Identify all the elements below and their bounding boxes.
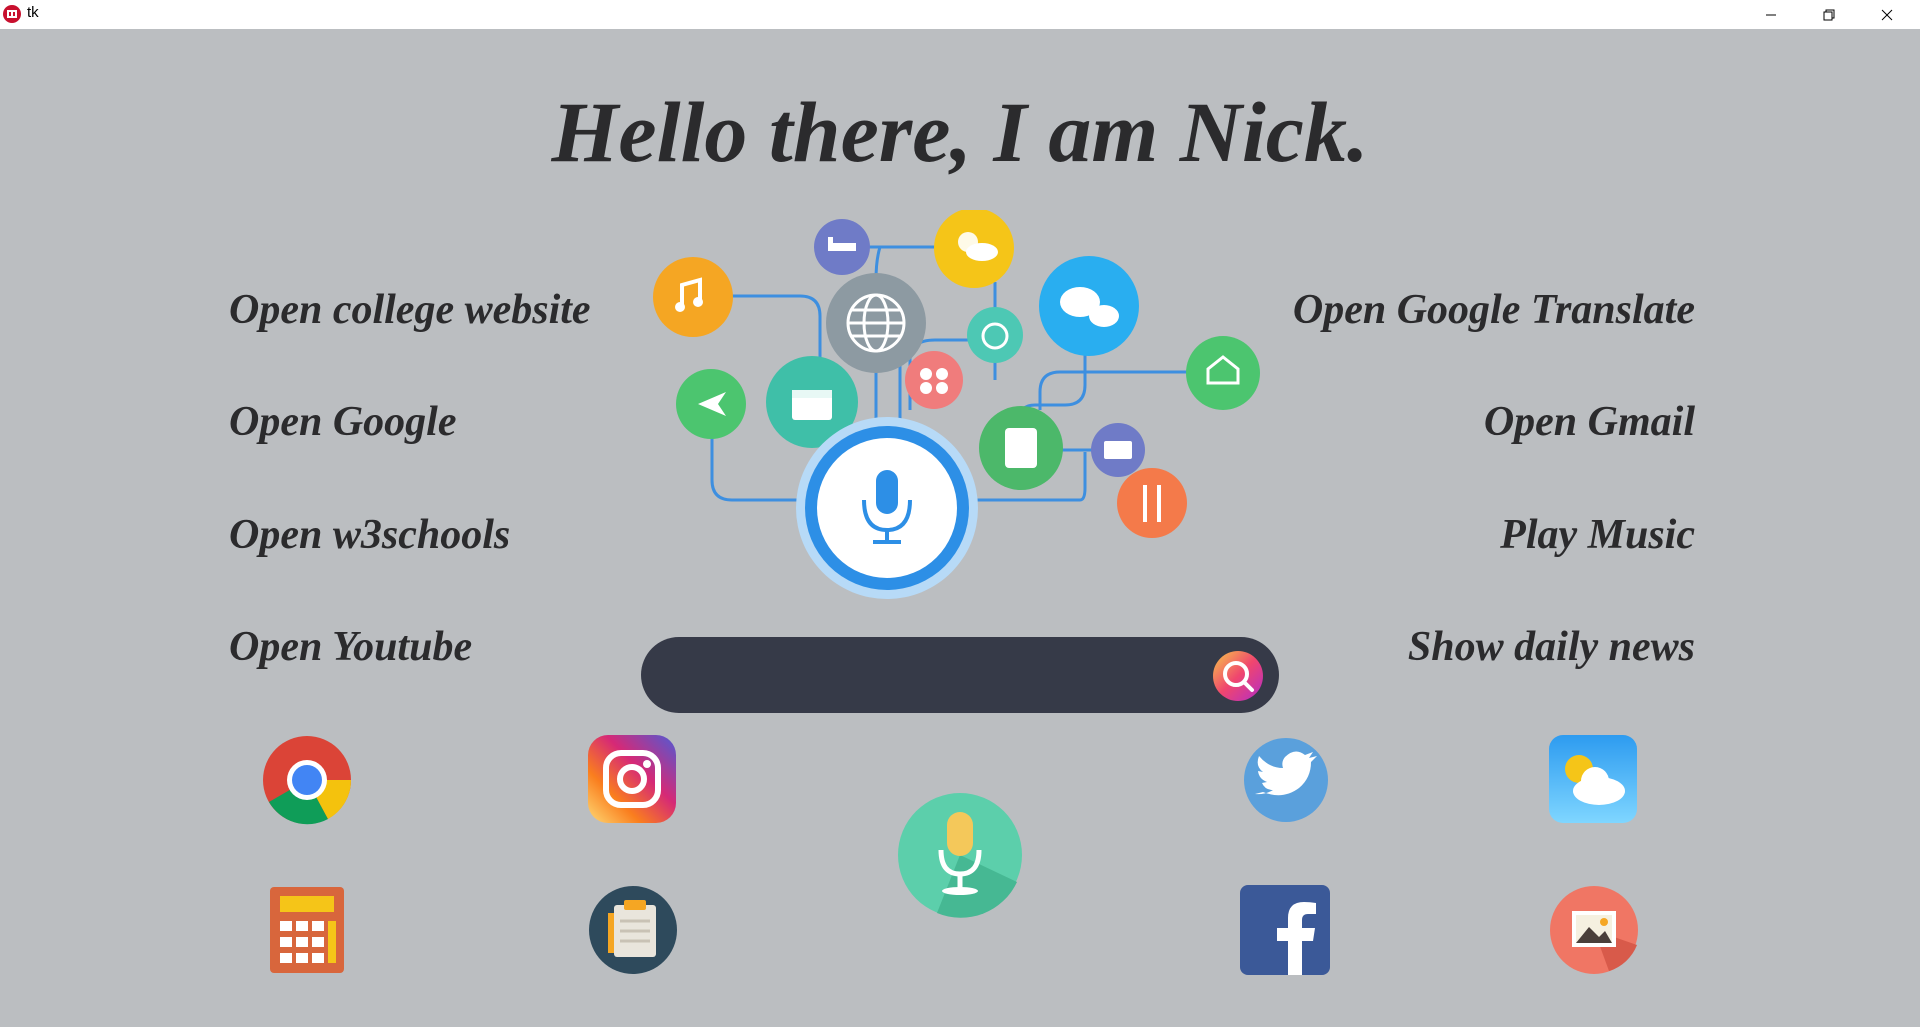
cards-bubble <box>905 351 963 409</box>
facebook-icon[interactable] <box>1240 885 1330 975</box>
cmd-play-music[interactable]: Play Music <box>1500 514 1695 556</box>
weather-icon[interactable] <box>1549 735 1637 823</box>
search-input[interactable] <box>671 655 1215 697</box>
assistant-illustration <box>653 210 1260 599</box>
cmd-open-youtube[interactable]: Open Youtube <box>229 626 472 668</box>
minimize-button[interactable] <box>1742 0 1800 29</box>
cmd-open-gmail[interactable]: Open Gmail <box>1484 401 1695 443</box>
restore-icon <box>1823 9 1835 20</box>
close-button[interactable] <box>1858 0 1916 29</box>
minimize-icon <box>1766 14 1776 15</box>
page-title: Hello there, I am Nick. <box>551 84 1369 180</box>
cmd-show-daily-news[interactable]: Show daily news <box>1408 626 1695 668</box>
cmd-open-college-website[interactable]: Open college website <box>229 289 591 331</box>
gallery-icon[interactable] <box>1549 885 1639 975</box>
home-bubble <box>1186 336 1260 410</box>
instagram-icon[interactable] <box>588 735 676 823</box>
twitter-icon[interactable] <box>1243 737 1329 823</box>
search-button[interactable] <box>1213 651 1263 701</box>
cmd-open-google[interactable]: Open Google <box>229 401 456 443</box>
calculator-icon[interactable] <box>270 887 344 973</box>
search-bar <box>641 637 1279 713</box>
window-title: tk <box>27 4 39 21</box>
chrome-icon[interactable] <box>262 735 352 825</box>
close-icon <box>1881 9 1893 20</box>
notepad-icon[interactable] <box>588 885 678 975</box>
search-icon <box>1213 651 1263 701</box>
alarm-bubble <box>967 307 1023 363</box>
window-titlebar: tk <box>0 0 1920 29</box>
cmd-open-google-translate[interactable]: Open Google Translate <box>1293 289 1695 331</box>
voice-mic-icon[interactable] <box>897 792 1023 918</box>
restore-button[interactable] <box>1800 0 1858 29</box>
food-bubble <box>1117 468 1187 538</box>
app-icon <box>3 5 21 23</box>
music-bubble <box>653 257 733 337</box>
cmd-open-w3schools[interactable]: Open w3schools <box>229 514 510 556</box>
